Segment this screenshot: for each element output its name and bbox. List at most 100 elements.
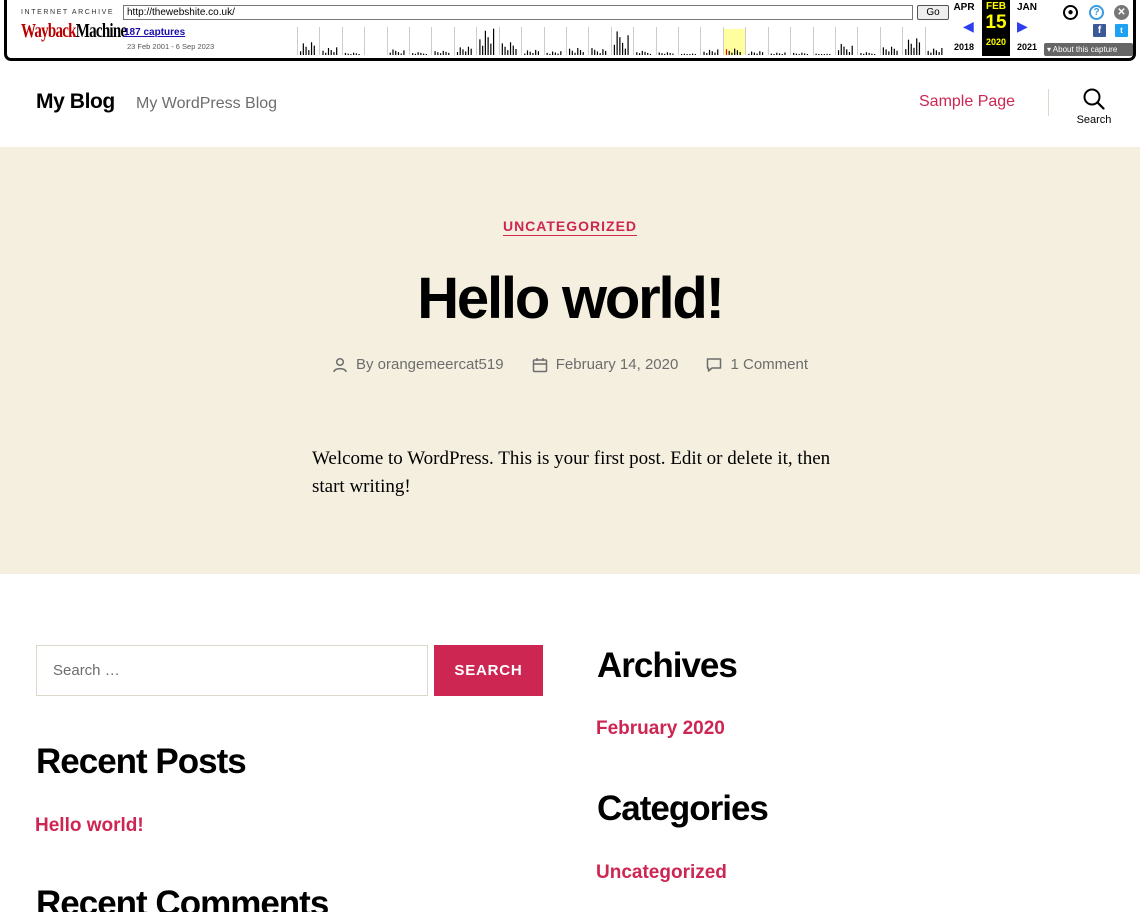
sparkline-capture-bar bbox=[439, 53, 442, 55]
sparkline-capture-bar bbox=[776, 52, 778, 55]
prev-month-label[interactable]: APR bbox=[947, 2, 981, 13]
sparkline-capture-bar bbox=[577, 48, 579, 55]
sparkline-capture-bar bbox=[888, 51, 890, 55]
sparkline-capture-bar bbox=[358, 54, 360, 55]
wayback-url-input[interactable] bbox=[123, 5, 913, 20]
capture-sparkline[interactable] bbox=[297, 25, 947, 55]
about-capture-label: About this capture bbox=[1052, 45, 1118, 54]
sparkline-capture-bar bbox=[826, 53, 828, 55]
sparkline-capture-bar bbox=[568, 48, 571, 55]
sparkline-capture-bar bbox=[734, 48, 736, 55]
sparkline-capture-bar bbox=[336, 47, 338, 55]
nav-sample-page[interactable]: Sample Page bbox=[919, 93, 1015, 111]
post-date[interactable]: February 14, 2020 bbox=[532, 356, 678, 373]
sparkline-capture-bar bbox=[885, 49, 887, 55]
sparkline-capture-bar bbox=[560, 51, 562, 55]
twitter-icon[interactable]: t bbox=[1115, 24, 1128, 37]
sparkline-capture-bar bbox=[871, 53, 873, 55]
sparkline-capture-bar bbox=[798, 54, 800, 55]
sparkline-capture-bar bbox=[591, 48, 593, 55]
captures-link[interactable]: 187 captures bbox=[124, 27, 185, 38]
sparkline-capture-bar bbox=[487, 37, 489, 55]
sparkline-capture-bar bbox=[728, 50, 730, 55]
wayback-logo-machine: Machine bbox=[75, 20, 127, 42]
sparkline-capture-bar bbox=[896, 50, 898, 55]
category-link-uncategorized[interactable]: Uncategorized bbox=[596, 862, 727, 884]
sparkline-capture-bar bbox=[456, 52, 459, 55]
prev-capture-arrow-icon[interactable]: ◀ bbox=[963, 19, 974, 33]
widget-search-input[interactable]: Search … bbox=[36, 645, 428, 696]
sparkline-capture-bar bbox=[308, 50, 310, 55]
close-icon[interactable]: ✕ bbox=[1114, 5, 1129, 20]
sparkline-capture-bar bbox=[691, 53, 694, 55]
sparkline-capture-bar bbox=[389, 52, 391, 55]
next-month-label[interactable]: JAN bbox=[1010, 2, 1044, 13]
sparkline-capture-bar bbox=[420, 52, 422, 55]
post-content: Welcome to WordPress. This is your first… bbox=[312, 448, 831, 497]
sparkline-capture-bar bbox=[708, 49, 711, 55]
post-title[interactable]: Hello world! bbox=[0, 265, 1140, 332]
sparkline-capture-bar bbox=[313, 45, 315, 55]
sparkline-capture-bar bbox=[425, 54, 427, 55]
recent-post-link[interactable]: Hello world! bbox=[35, 815, 144, 837]
facebook-icon[interactable]: f bbox=[1093, 24, 1106, 37]
next-year-label[interactable]: 2021 bbox=[1010, 42, 1044, 52]
comment-icon bbox=[707, 357, 722, 372]
sparkline-capture-bar bbox=[300, 51, 302, 55]
post-entry: UNCATEGORIZED Hello world! By orangemeer… bbox=[0, 147, 1140, 574]
sparkline-capture-bar bbox=[414, 53, 417, 55]
sparkline-capture-bar bbox=[594, 49, 596, 55]
sparkline-capture-bar bbox=[330, 50, 332, 55]
recent-comments-title: Recent Comments bbox=[36, 884, 329, 912]
sparkline-capture-bar bbox=[843, 46, 845, 55]
next-capture-arrow-icon[interactable]: ▶ bbox=[1017, 19, 1028, 33]
sparkline-capture-bar bbox=[515, 49, 517, 55]
sparkline-capture-bar bbox=[529, 51, 531, 55]
post-author-label: By orangemeercat519 bbox=[355, 356, 504, 373]
prev-year-label[interactable]: 2018 bbox=[947, 42, 981, 52]
sparkline-capture-bar bbox=[938, 52, 940, 55]
post-category-link[interactable]: UNCATEGORIZED bbox=[502, 218, 638, 236]
sparkline-capture-bar bbox=[417, 52, 419, 55]
user-icon[interactable]: ● bbox=[1063, 5, 1078, 20]
site-title[interactable]: My Blog bbox=[36, 90, 115, 114]
sparkline-capture-bar bbox=[748, 53, 750, 55]
post-author[interactable]: By orangemeercat519 bbox=[332, 356, 504, 373]
sparkline-capture-bar bbox=[532, 53, 534, 55]
sparkline-capture-bar bbox=[863, 53, 865, 55]
sparkline-capture-bar bbox=[537, 51, 540, 55]
sparkline-capture-bar bbox=[846, 49, 848, 55]
sparkline-capture-bar bbox=[465, 51, 467, 55]
sparkline-capture-bar bbox=[599, 53, 601, 55]
capture-range: 23 Feb 2001 - 6 Sep 2023 bbox=[127, 42, 215, 51]
about-capture-button[interactable]: ▾ About this capture bbox=[1044, 43, 1133, 56]
sparkline-capture-bar bbox=[602, 49, 604, 55]
sparkline-capture-bar bbox=[641, 50, 643, 55]
help-icon[interactable]: ? bbox=[1089, 5, 1104, 20]
sparkline-capture-bar bbox=[669, 52, 671, 55]
wayback-logo[interactable]: WaybackMachine bbox=[21, 19, 127, 43]
archive-link-february-2020[interactable]: February 2020 bbox=[596, 718, 725, 740]
sparkline-capture-bar bbox=[305, 46, 307, 55]
sparkline-capture-bar bbox=[507, 50, 509, 55]
sparkline-capture-bar bbox=[355, 53, 357, 55]
sparkline-capture-bar bbox=[815, 53, 817, 55]
current-day-label: 15 bbox=[985, 12, 1007, 33]
sparkline-capture-bar bbox=[868, 52, 870, 55]
sparkline-capture-bar bbox=[535, 49, 537, 55]
post-comments[interactable]: 1 Comment bbox=[706, 356, 808, 373]
sparkline-capture-bar bbox=[686, 54, 688, 55]
sparkline-capture-bar bbox=[893, 48, 895, 55]
search-toggle-label: Search bbox=[1076, 114, 1112, 126]
wayback-go-button[interactable]: Go bbox=[917, 5, 949, 20]
sparkline-capture-bar bbox=[412, 53, 414, 55]
sparkline-capture-bar bbox=[442, 50, 444, 55]
sparkline-capture-bar bbox=[322, 50, 324, 55]
sparkline-capture-bar bbox=[672, 53, 674, 55]
sparkline-capture-bar bbox=[434, 51, 436, 55]
sparkline-capture-bar bbox=[801, 52, 803, 55]
sparkline-capture-bar bbox=[806, 54, 808, 55]
sparkline-capture-bar bbox=[711, 51, 713, 55]
search-toggle-button[interactable]: Search bbox=[1068, 88, 1120, 134]
widget-search-button[interactable]: SEARCH bbox=[434, 645, 543, 696]
